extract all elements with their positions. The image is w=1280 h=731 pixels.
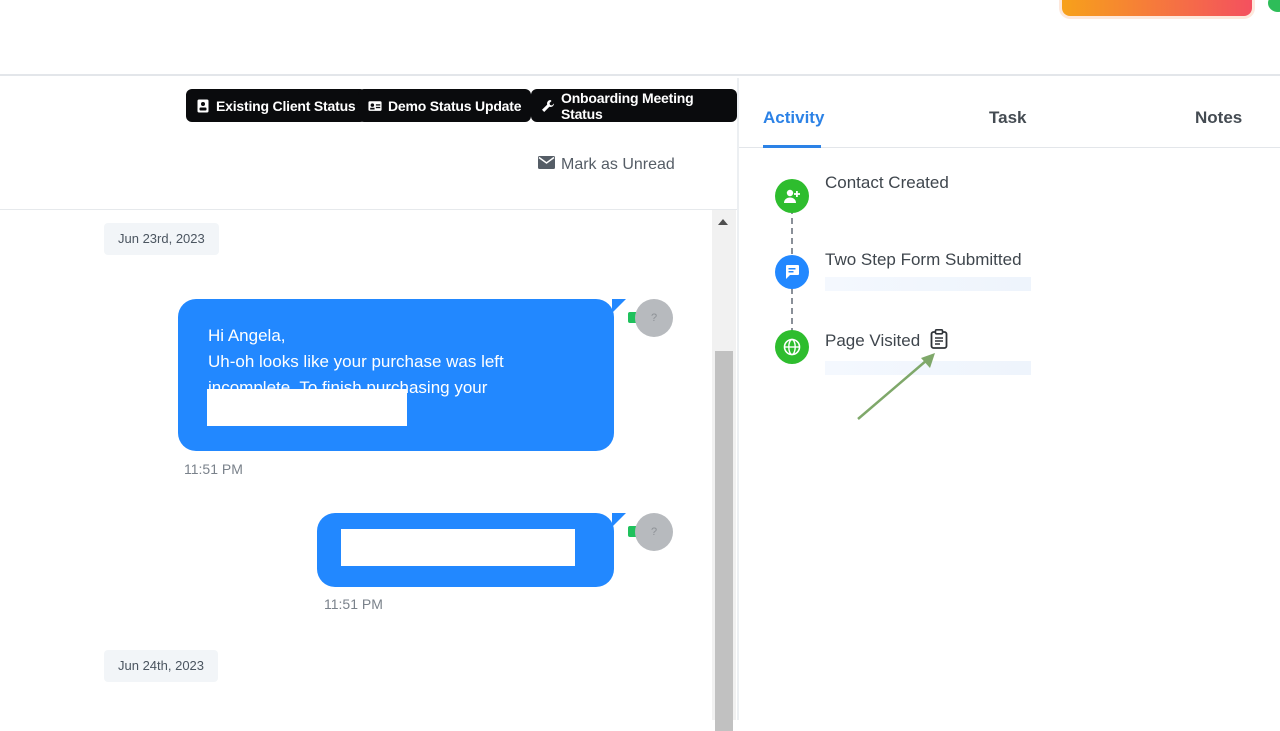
scroll-thumb[interactable] bbox=[715, 351, 733, 731]
globe-icon bbox=[775, 330, 809, 364]
outgoing-message-bubble[interactable]: Hi Angela, Uh-oh looks like your purchas… bbox=[178, 299, 626, 451]
redacted-area bbox=[207, 389, 407, 426]
onboarding-meeting-status-label: Onboarding Meeting Status bbox=[561, 89, 694, 122]
date-separator: Jun 24th, 2023 bbox=[104, 650, 219, 682]
demo-status-update-button[interactable]: Demo Status Update bbox=[358, 89, 532, 122]
activity-title: Page Visited bbox=[825, 331, 921, 350]
date-separator: Jun 23rd, 2023 bbox=[104, 223, 219, 255]
activity-title: Two Step Form Submitted bbox=[825, 250, 1022, 269]
envelope-icon bbox=[538, 156, 555, 174]
wrench-icon bbox=[541, 99, 555, 113]
redacted-area bbox=[341, 529, 575, 566]
tab-activity[interactable]: Activity bbox=[763, 108, 824, 128]
action-bar: Existing Client Status Demo Status Updat… bbox=[0, 89, 737, 123]
message-time: 11:51 PM bbox=[184, 461, 243, 477]
message-icon bbox=[775, 255, 809, 289]
activity-detail-redacted bbox=[825, 277, 1031, 291]
mark-as-unread-button[interactable]: Mark as Unread bbox=[538, 156, 675, 174]
active-tab-indicator bbox=[763, 145, 821, 148]
annotation-arrow-icon bbox=[857, 353, 935, 420]
id-card-icon bbox=[368, 99, 382, 113]
tab-bar: Activity Task Notes bbox=[739, 78, 1280, 148]
tab-task[interactable]: Task bbox=[989, 108, 1027, 128]
message-list: Jun 23rd, 2023 Hi Angela, Uh-oh looks li… bbox=[0, 210, 712, 720]
demo-status-update-label: Demo Status Update bbox=[388, 97, 522, 114]
scroll-up-arrow-icon[interactable] bbox=[718, 219, 728, 225]
existing-client-status-label: Existing Client Status bbox=[216, 97, 356, 114]
contact-card-icon bbox=[196, 99, 210, 113]
clipboard-icon[interactable] bbox=[930, 329, 948, 349]
scrollbar[interactable] bbox=[712, 210, 736, 731]
activity-panel: Activity Task Notes Contact Created Two … bbox=[739, 78, 1280, 720]
status-dot bbox=[1268, 0, 1280, 12]
avatar: ? bbox=[635, 299, 673, 337]
message-time: 11:51 PM bbox=[324, 596, 383, 612]
add-user-icon bbox=[775, 179, 809, 213]
activity-title: Contact Created bbox=[825, 173, 949, 192]
avatar: ? bbox=[635, 513, 673, 551]
gradient-button[interactable] bbox=[1062, 0, 1252, 16]
tab-notes[interactable]: Notes bbox=[1195, 108, 1242, 128]
top-header bbox=[0, 0, 1280, 76]
conversation-panel: Existing Client Status Demo Status Updat… bbox=[0, 78, 737, 731]
mark-as-unread-label: Mark as Unread bbox=[561, 156, 675, 173]
existing-client-status-button[interactable]: Existing Client Status bbox=[186, 89, 366, 122]
onboarding-meeting-status-button[interactable]: Onboarding Meeting Status bbox=[531, 89, 737, 122]
outgoing-message-bubble[interactable] bbox=[317, 513, 626, 587]
